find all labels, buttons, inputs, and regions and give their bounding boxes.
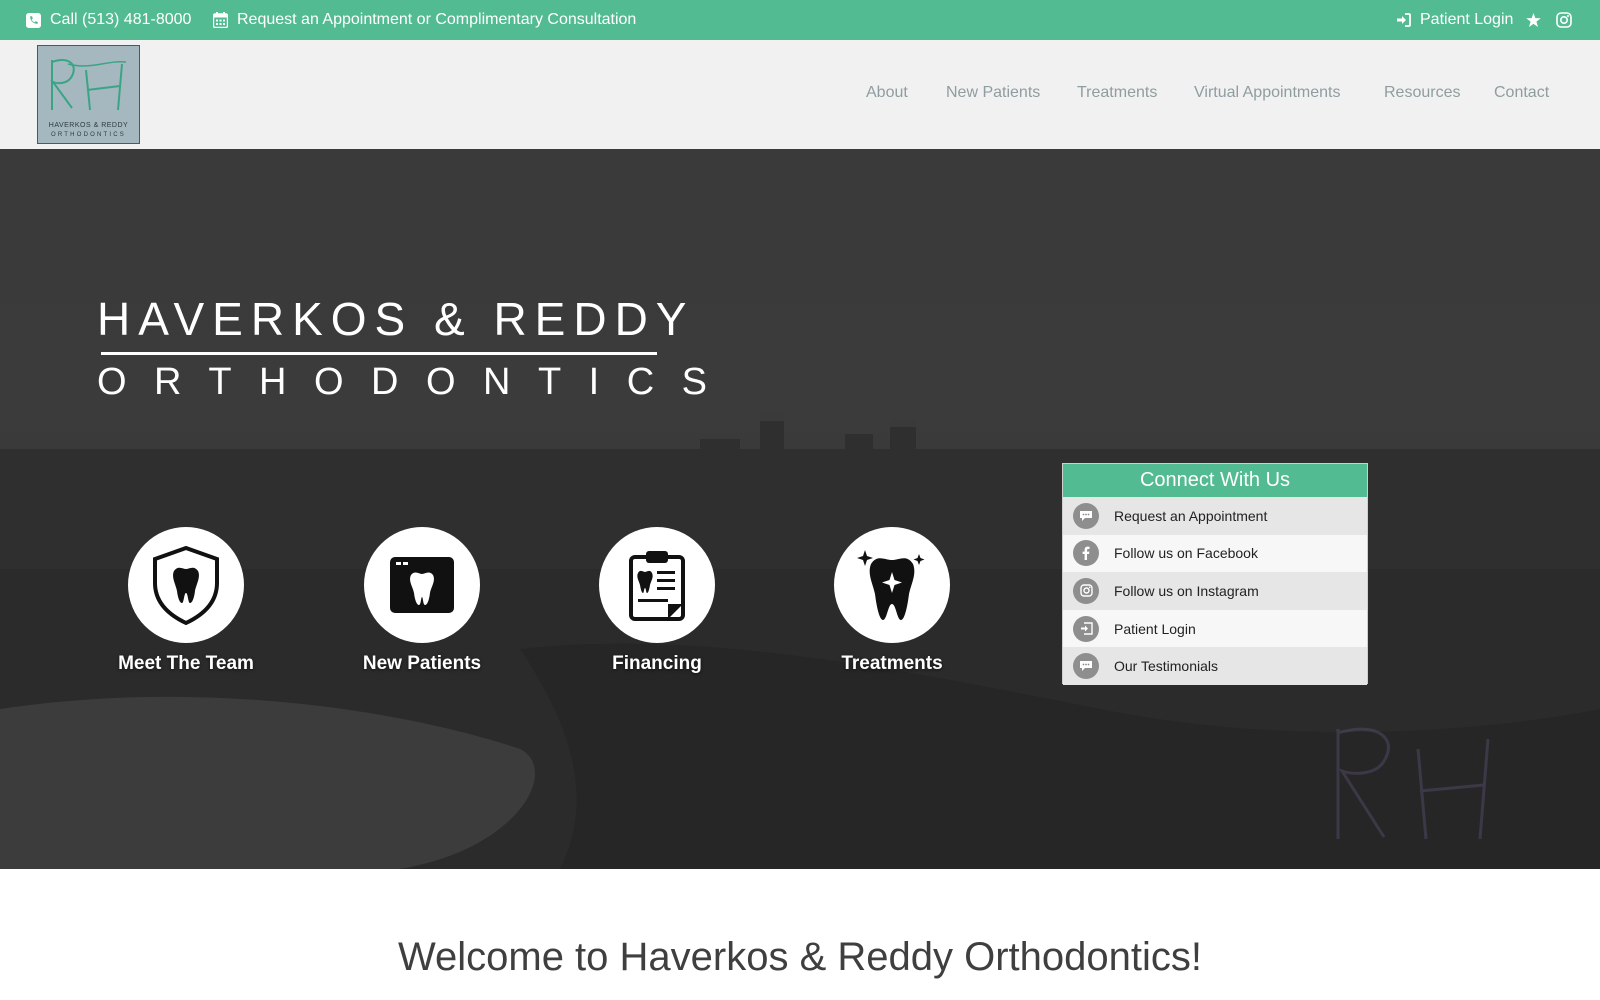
connect-item-label: Patient Login: [1114, 620, 1196, 637]
instagram-icon: [1556, 12, 1572, 28]
sign-in-icon: [1397, 13, 1411, 27]
connect-facebook[interactable]: Follow us on Facebook: [1063, 534, 1367, 573]
feature-circle: [128, 527, 244, 643]
star-link[interactable]: [1526, 0, 1550, 40]
feature-label: Financing: [612, 653, 702, 674]
instagram-link[interactable]: [1556, 0, 1581, 40]
call-link-text: Call (513) 481-8000: [50, 11, 192, 28]
connect-instagram[interactable]: Follow us on Instagram: [1063, 572, 1367, 610]
feature-circle: [364, 527, 480, 643]
welcome-heading: Welcome to Haverkos & Reddy Orthodontics…: [397, 935, 1203, 979]
hero-title-line2: ORTHODONTICS: [97, 361, 735, 403]
connect-item-label: Request an Appointment: [1114, 507, 1268, 524]
shield-tooth-icon: [153, 545, 219, 625]
connect-patient-login[interactable]: Patient Login: [1063, 609, 1367, 648]
facebook-icon: [1073, 540, 1099, 567]
feature-new-patients[interactable]: New Patients: [322, 527, 522, 675]
connect-title: Connect With Us: [1063, 464, 1367, 497]
feature-circle: [599, 527, 715, 643]
feature-label: Treatments: [841, 653, 943, 674]
connect-testimonials[interactable]: Our Testimonials: [1063, 647, 1367, 685]
feature-treatments[interactable]: Treatments: [792, 527, 992, 675]
appointment-link-text: Request an Appointment or Complimentary …: [237, 11, 637, 28]
patient-login-link[interactable]: Patient Login: [1396, 0, 1513, 40]
instagram-icon: [1073, 577, 1099, 604]
connect-item-label: Follow us on Instagram: [1114, 582, 1259, 599]
call-link[interactable]: Call (513) 481-8000: [26, 0, 191, 40]
feature-label: Meet The Team: [118, 653, 254, 674]
connect-item-label: Our Testimonials: [1114, 658, 1219, 675]
patient-login-text: Patient Login: [1420, 11, 1514, 28]
feature-label: New Patients: [362, 653, 482, 674]
nav-about[interactable]: About: [866, 84, 908, 102]
phone-icon: [26, 12, 41, 28]
feature-meet-the-team[interactable]: Meet The Team: [86, 527, 286, 675]
connect-request-appointment[interactable]: Request an Appointment: [1063, 497, 1367, 535]
clipboard-tooth-icon: [629, 551, 685, 621]
connect-item-label: Follow us on Facebook: [1114, 545, 1258, 562]
nav-resources[interactable]: Resources: [1384, 84, 1460, 102]
connect-list: Request an Appointment Follow us on Face…: [1063, 497, 1367, 685]
login-icon: [1073, 615, 1099, 642]
feature-financing[interactable]: Financing: [557, 527, 757, 675]
star-icon: [1526, 13, 1541, 27]
connect-panel: Connect With Us Request an Appointment F…: [1062, 463, 1368, 685]
rh-watermark-icon: [1336, 727, 1490, 840]
top-bar: Call (513) 481-8000 Request an Appointme…: [0, 0, 1600, 40]
nav-virtual-appointments[interactable]: Virtual Appointments: [1194, 84, 1340, 102]
nav-new-patients[interactable]: New Patients: [946, 84, 1040, 102]
hero-divider: [101, 352, 657, 355]
chat-icon: [1073, 653, 1099, 680]
hero-title-line1: HAVERKOS & REDDY: [97, 293, 695, 345]
browser-tooth-icon: [390, 557, 454, 613]
main-nav: About New Patients Treatments Virtual Ap…: [0, 40, 1600, 145]
appointment-link[interactable]: Request an Appointment or Complimentary …: [213, 0, 636, 40]
nav-treatments[interactable]: Treatments: [1077, 84, 1157, 102]
feature-circle: [834, 527, 950, 643]
chat-icon: [1073, 502, 1099, 529]
sparkle-tooth-icon: [857, 550, 925, 620]
nav-contact[interactable]: Contact: [1494, 84, 1549, 102]
calendar-icon: [213, 12, 228, 28]
